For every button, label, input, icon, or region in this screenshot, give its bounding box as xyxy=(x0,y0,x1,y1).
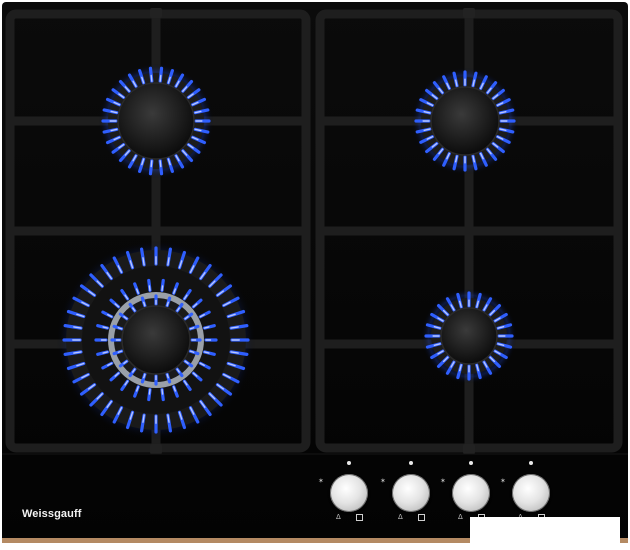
burner-knob-1[interactable] xyxy=(330,474,368,512)
flame-icon: Δ xyxy=(398,513,403,521)
burner-cap xyxy=(430,86,500,156)
spark-icon: ✶ xyxy=(318,477,324,485)
spark-icon: ✶ xyxy=(380,477,386,485)
flame-mid-core xyxy=(161,388,164,395)
burner-indicator-icon xyxy=(356,514,363,521)
flame-core xyxy=(159,74,162,82)
flame-icon: Δ xyxy=(336,513,341,521)
knob-position-marker xyxy=(469,461,473,465)
burner-rear-left xyxy=(98,63,214,179)
spark-icon: ✶ xyxy=(440,477,446,485)
burner-knob-4[interactable] xyxy=(512,474,550,512)
brand-logo: Weissgauff xyxy=(22,508,82,520)
flame-core xyxy=(150,160,153,168)
burner-front-right xyxy=(421,288,517,384)
flame-mid-core xyxy=(148,388,151,395)
knob-position-marker xyxy=(347,461,351,465)
burner-rear-right xyxy=(411,67,519,175)
burner-indicator-icon xyxy=(418,514,425,521)
burner-cap xyxy=(117,82,195,160)
gas-hob xyxy=(2,2,628,543)
flame-icon: Δ xyxy=(458,513,463,521)
flame-mid-core xyxy=(161,285,164,292)
burner-front-left-wok xyxy=(56,240,256,440)
image-corner-background xyxy=(470,517,620,550)
spark-icon: ✶ xyxy=(500,477,506,485)
knob-position-marker xyxy=(409,461,413,465)
wok-center-cap xyxy=(121,305,191,375)
flame-core xyxy=(150,74,153,82)
flame-mid-core xyxy=(148,285,151,292)
burner-cap xyxy=(440,307,498,365)
burner-knob-3[interactable] xyxy=(452,474,490,512)
knob-position-marker xyxy=(529,461,533,465)
burner-knob-2[interactable] xyxy=(392,474,430,512)
flame-core xyxy=(159,160,162,168)
